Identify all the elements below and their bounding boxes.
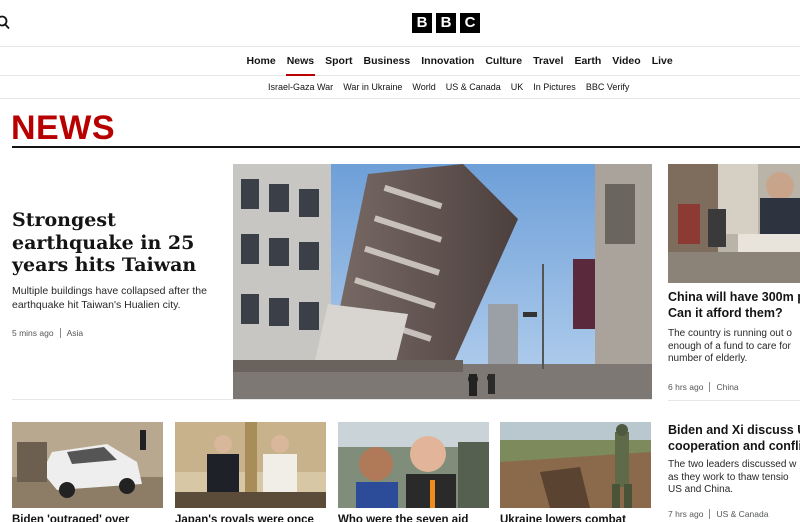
right-story-2-headline[interactable]: Biden and Xi discuss U cooperation and c…: [668, 423, 800, 454]
logo-letter-c: C: [460, 13, 480, 33]
nav-earth[interactable]: Earth: [569, 47, 607, 76]
right-story-summary-line2: enough of a fund to care for: [668, 340, 791, 352]
elderly-people-image: [668, 164, 800, 283]
nav-business[interactable]: Business: [358, 47, 416, 76]
nav-innovation[interactable]: Innovation: [416, 47, 480, 76]
right-story-2-headline-line1: Biden and Xi discuss U: [668, 423, 800, 437]
right-story-timestamp: 6 hrs ago: [668, 382, 704, 392]
trench-soldier-image: [500, 422, 651, 508]
section-title: NEWS: [11, 109, 115, 147]
card-2-title: Japan's royals were once: [175, 514, 314, 522]
card-story-4[interactable]: Ukraine lowers combat: [500, 422, 651, 522]
right-story-summary-line1: The country is running out o: [668, 328, 792, 339]
subnav-bbc-verify[interactable]: BBC Verify: [581, 77, 635, 92]
right-story-image[interactable]: [668, 164, 800, 283]
nav-news[interactable]: News: [281, 47, 319, 76]
right-story-2-summary-line1: The two leaders discussed w: [668, 459, 797, 470]
subnav-israel-gaza-war[interactable]: Israel-Gaza War: [263, 77, 338, 92]
meta-separator: [709, 509, 711, 519]
bbc-logo[interactable]: B B C: [412, 13, 480, 33]
logo-letter-b2: B: [436, 13, 456, 33]
nav-travel[interactable]: Travel: [528, 47, 569, 76]
right-story-headline[interactable]: China will have 300m p Can it afford the…: [668, 290, 800, 321]
card-1-image: [12, 422, 163, 508]
right-story-headline-line1: China will have 300m p: [668, 290, 800, 304]
right-story-meta: 6 hrs ago China: [668, 382, 739, 392]
subnav-in-pictures[interactable]: In Pictures: [528, 77, 581, 92]
card-1-title: Biden 'outraged' over: [12, 514, 130, 522]
nav-video[interactable]: Video: [607, 47, 646, 76]
damaged-car-image: [12, 422, 163, 508]
search-button[interactable]: [0, 14, 12, 32]
sub-nav: Israel-Gaza War War in Ukraine World US …: [0, 77, 800, 99]
nav-culture[interactable]: Culture: [480, 47, 528, 76]
subnav-uk[interactable]: UK: [506, 77, 529, 92]
logo-letter-b1: B: [412, 13, 432, 33]
card-story-1[interactable]: Biden 'outraged' over: [12, 422, 163, 522]
subnav-war-in-ukraine[interactable]: War in Ukraine: [338, 77, 407, 92]
right-story-2-timestamp: 7 hrs ago: [668, 509, 704, 519]
meta-separator: [709, 382, 711, 392]
nav-live[interactable]: Live: [646, 47, 678, 76]
collapsed-building-image: [233, 164, 652, 399]
top-bar: B B C: [0, 0, 800, 47]
aid-workers-selfie-image: [338, 422, 489, 508]
lead-meta: 5 mins ago Asia: [12, 328, 83, 338]
right-story-2-summary-line2: as they work to thaw tensio: [668, 471, 789, 483]
lead-headline[interactable]: Strongest earthquake in 25 years hits Ta…: [12, 209, 222, 277]
card-story-3[interactable]: Who were the seven aid: [338, 422, 489, 522]
subnav-world[interactable]: World: [407, 77, 440, 92]
card-4-image: [500, 422, 651, 508]
lead-summary: Multiple buildings have collapsed after …: [12, 285, 207, 311]
right-story-2-headline-line2: cooperation and confli: [668, 438, 800, 453]
card-3-image: [338, 422, 489, 508]
lead-tag[interactable]: Asia: [67, 328, 84, 338]
subnav-us-canada[interactable]: US & Canada: [441, 77, 506, 92]
japan-royals-image: [175, 422, 326, 508]
meta-separator: [59, 328, 61, 338]
right-story-tag[interactable]: China: [716, 382, 738, 392]
right-column-divider: [668, 400, 800, 401]
lead-timestamp: 5 mins ago: [12, 328, 54, 338]
card-4-title: Ukraine lowers combat: [500, 514, 626, 522]
search-icon: [0, 15, 10, 30]
right-story-2-tag[interactable]: US & Canada: [716, 509, 768, 519]
right-story-summary: The country is running out o enough of a…: [668, 328, 800, 366]
right-story-summary-line3: number of elderly.: [668, 353, 748, 364]
section-divider: [12, 146, 800, 148]
card-story-2[interactable]: Japan's royals were once: [175, 422, 326, 522]
main-nav: Home News Sport Business Innovation Cult…: [0, 47, 800, 76]
right-story-2-summary: The two leaders discussed w as they work…: [668, 459, 800, 497]
card-2-image: [175, 422, 326, 508]
nav-home[interactable]: Home: [241, 47, 281, 76]
right-story-headline-line2: Can it afford them?: [668, 305, 783, 320]
card-3-title: Who were the seven aid: [338, 514, 469, 522]
right-story-2-meta: 7 hrs ago US & Canada: [668, 509, 768, 519]
right-story-2-summary-line3: US and China.: [668, 484, 734, 495]
lead-row-divider: [12, 399, 652, 400]
nav-sport[interactable]: Sport: [320, 47, 358, 76]
lead-image[interactable]: [233, 164, 652, 399]
